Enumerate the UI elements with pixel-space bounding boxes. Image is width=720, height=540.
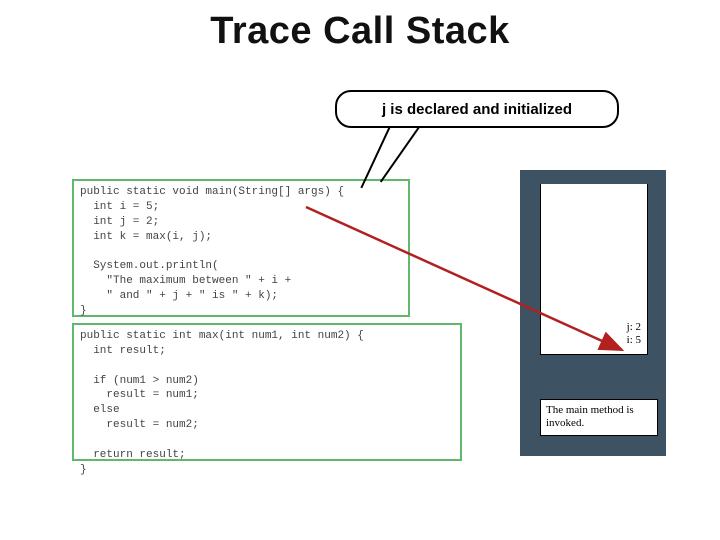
code-block-main: public static void main(String[] args) {… <box>72 179 410 317</box>
page-title: Trace Call Stack <box>0 10 720 53</box>
stack-var-i: i: 5 <box>627 334 641 348</box>
stack-panel: j: 2 i: 5 The main method is invoked. <box>520 170 666 456</box>
var-name: i <box>627 334 630 346</box>
step-callout: j is declared and initialized <box>335 90 619 128</box>
stack-var-j: j: 2 <box>627 321 641 335</box>
var-value: 2 <box>636 321 642 333</box>
stack-vars: j: 2 i: 5 <box>627 321 641 349</box>
invoke-note: The main method is invoked. <box>540 399 658 437</box>
code-block-max: public static int max(int num1, int num2… <box>72 323 462 461</box>
var-value: 5 <box>636 334 642 346</box>
step-callout-text: j is declared and initialized <box>382 101 572 118</box>
var-name: j <box>627 321 630 333</box>
stack-frame-main: j: 2 i: 5 <box>540 184 648 355</box>
